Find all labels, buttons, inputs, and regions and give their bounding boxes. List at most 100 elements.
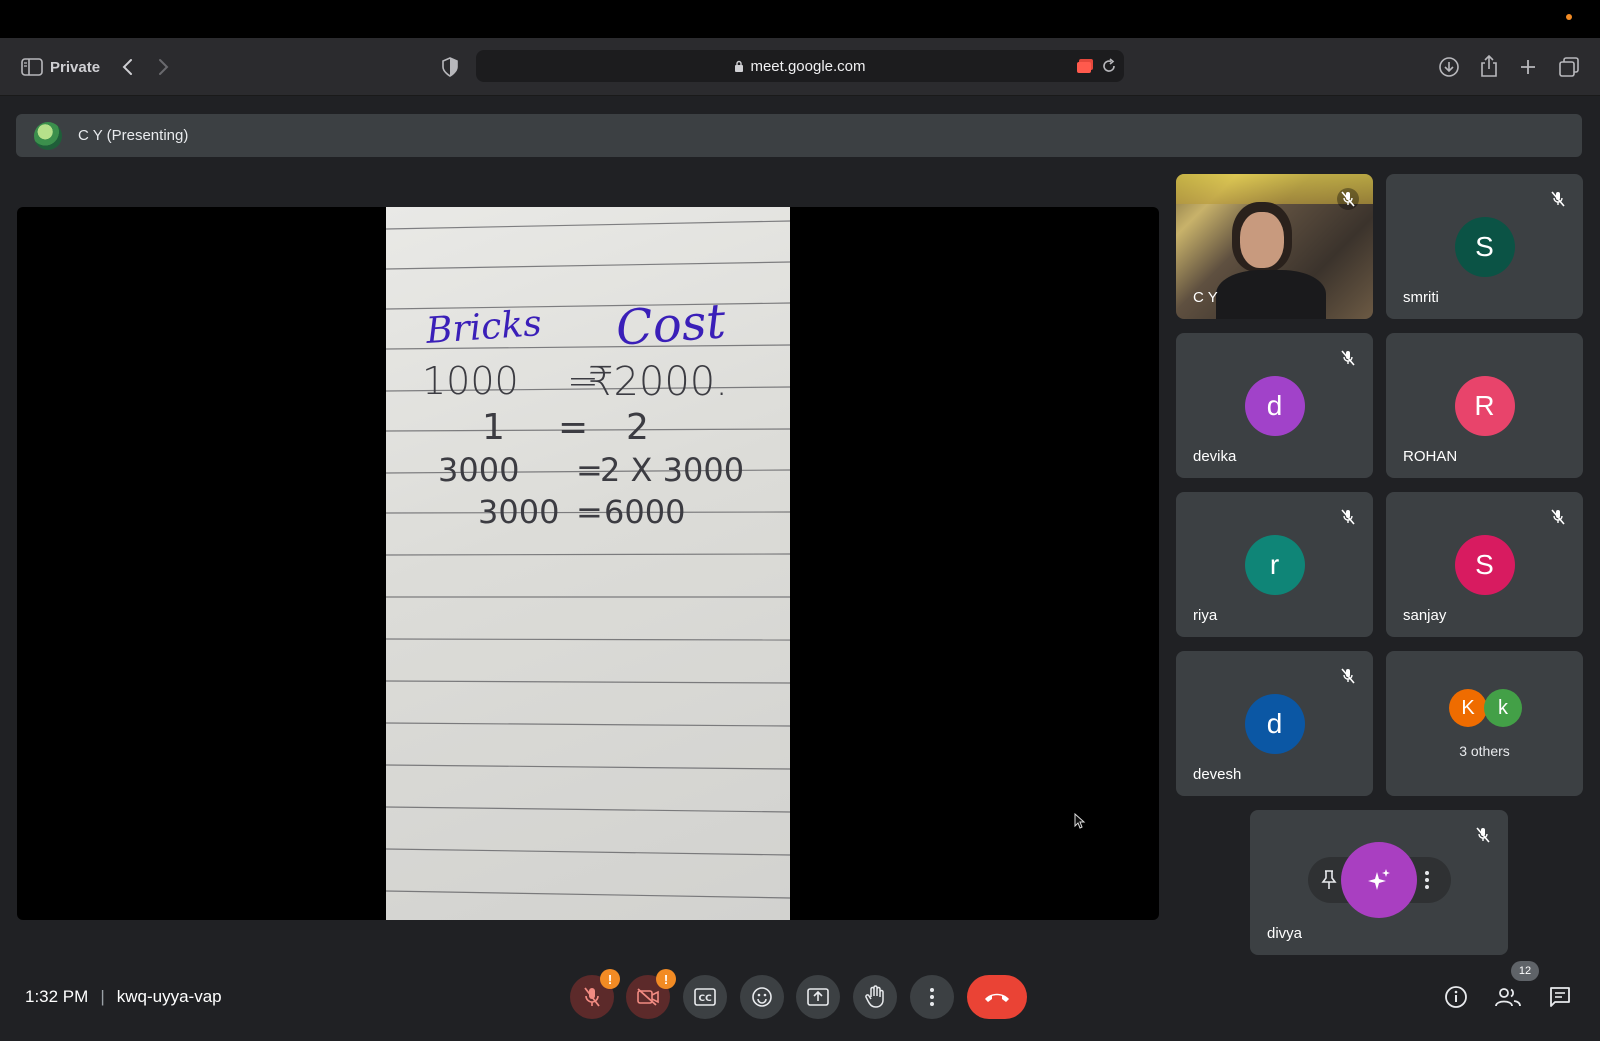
raise-hand-button[interactable] [853,975,897,1019]
participant-name: sanjay [1403,607,1447,624]
recording-indicator-dot [1566,14,1572,20]
mouse-cursor-icon [1074,812,1086,834]
info-icon [1445,986,1467,1008]
participant-tile-cy[interactable]: C Y [1176,174,1373,319]
participant-avatar: R [1454,375,1515,436]
lock-icon [735,60,744,72]
mic-off-icon [584,987,600,1007]
chat-button[interactable] [1542,979,1578,1015]
more-vert-icon [930,988,934,1006]
system-menubar [0,0,1600,38]
participant-tile-rohan[interactable]: R ROHAN [1386,333,1583,478]
shield-icon[interactable] [438,54,462,80]
hangup-phone-icon [985,993,1009,1002]
leave-call-button[interactable] [967,975,1027,1019]
screen-share-indicator-icon[interactable] [1076,58,1094,79]
shared-notebook-page: Bricks Cost 1000 = ₹2000. 1 = 2 3000 = 2… [386,207,790,920]
reload-icon[interactable] [1102,58,1116,79]
meeting-details-button[interactable] [1438,979,1474,1015]
participant-tile-devesh[interactable]: d devesh [1176,651,1373,796]
url-text: meet.google.com [750,57,866,75]
tab-overview-icon[interactable] [1556,54,1582,80]
reactions-button[interactable] [740,975,784,1019]
row-1-left: 1000 [422,359,519,403]
participant-tile-sanjay[interactable]: S sanjay [1386,492,1583,637]
participant-name: C Y [1193,289,1218,306]
others-tile[interactable]: K k 3 others [1386,651,1583,796]
downloads-icon[interactable] [1436,54,1462,80]
back-button[interactable] [115,54,139,80]
row-4-right: 6000 [604,493,686,531]
muted-mic-icon [1337,188,1359,210]
people-count-badge: 12 [1511,961,1539,981]
new-tab-icon[interactable] [1515,54,1541,80]
people-button[interactable] [1490,979,1526,1015]
row-4-eq: = [576,493,603,531]
microphone-button[interactable]: ! [570,969,620,1019]
address-bar[interactable]: meet.google.com [476,50,1124,82]
others-avatar-2: k [1484,689,1522,727]
self-tile-divya[interactable]: divya [1250,810,1508,955]
row-3-left: 3000 [438,451,520,489]
presenter-avatar [34,121,62,150]
more-options-button[interactable] [910,975,954,1019]
muted-mic-icon [1337,347,1359,369]
participant-tile-devika[interactable]: d devika [1176,333,1373,478]
others-avatar-1: K [1449,689,1487,727]
notes-header-bricks: Bricks [424,303,543,352]
private-label-text: Private [50,58,101,76]
participant-avatar: S [1454,534,1515,595]
video-person-face [1240,212,1284,268]
meeting-code[interactable]: kwq-uyya-vap [117,987,222,1007]
self-name: divya [1267,925,1303,942]
chevron-left-icon [122,59,132,75]
participant-tile-riya[interactable]: r riya [1176,492,1373,637]
current-time: 1:32 PM [25,987,89,1006]
participant-name: devesh [1193,766,1242,783]
notes-row-3: 3000 = 2 X 3000 [438,451,788,489]
row-2-right: 2 [626,407,649,448]
row-1-right: ₹2000. [588,359,728,405]
sparkle-effects-icon [1368,869,1390,890]
others-count-label: 3 others [1459,743,1510,759]
muted-mic-icon [1547,188,1569,210]
hand-icon [865,985,884,1008]
participant-tile-smriti[interactable]: S smriti [1386,174,1583,319]
row-2-left: 1 [482,407,505,448]
participant-name: riya [1193,607,1218,624]
muted-mic-icon [1547,506,1569,528]
participant-avatar: S [1454,216,1515,277]
participant-avatar: r [1244,534,1305,595]
participant-name: ROHAN [1403,448,1458,465]
camera-warning-badge: ! [656,969,676,989]
muted-mic-icon [1337,506,1359,528]
captions-button[interactable]: CC [683,975,727,1019]
people-icon [1495,988,1521,1007]
more-options-icon[interactable] [1424,869,1430,896]
row-4-left: 3000 [478,493,560,531]
participant-name: devika [1193,448,1237,465]
captions-icon: CC [694,988,716,1006]
presenter-label: C Y (Presenting) [78,127,189,144]
presentation-stage[interactable]: Bricks Cost 1000 = ₹2000. 1 = 2 3000 = 2… [17,207,1159,920]
chevron-right-icon [159,59,169,75]
muted-mic-icon [1337,665,1359,687]
participant-name: smriti [1403,289,1439,306]
notes-header-cost: Cost [614,293,728,357]
camera-button[interactable]: ! [626,969,676,1019]
emoji-icon [752,987,772,1007]
row-2-eq: = [558,407,589,448]
presenting-banner: C Y (Presenting) [16,114,1582,157]
notes-row-1: 1000 = ₹2000. [422,359,782,405]
present-now-button[interactable] [796,975,840,1019]
browser-toolbar: Private meet.google.com [0,38,1600,96]
pin-icon[interactable] [1320,869,1338,896]
share-icon[interactable] [1476,52,1502,80]
forward-button[interactable] [152,54,176,80]
info-separator: | [100,987,105,1006]
visual-effects-button[interactable] [1341,842,1417,918]
svg-text:CC: CC [699,994,713,1004]
sidebar-toggle-icon[interactable] [20,56,44,78]
row-3-right: 2 X 3000 [600,451,745,489]
camera-off-icon [637,988,659,1006]
